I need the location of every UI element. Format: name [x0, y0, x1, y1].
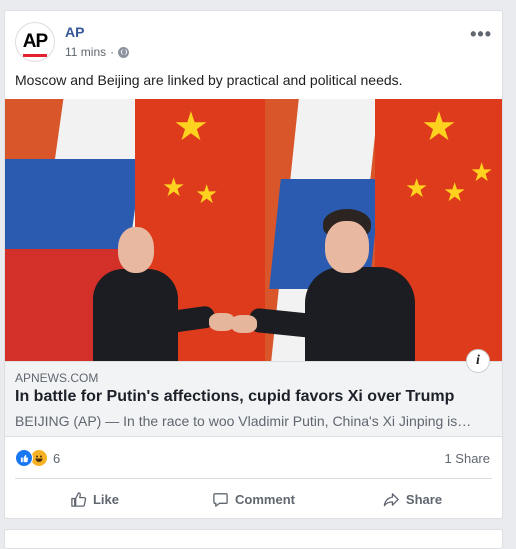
post-text: Moscow and Beijing are linked by practic… — [15, 72, 403, 88]
link-domain: APNEWS.COM — [15, 371, 99, 385]
ap-logo: AP — [22, 31, 48, 57]
reaction-count[interactable]: 6 — [53, 451, 60, 466]
link-image[interactable]: ★ ★ ★ ★ ★ ★ ★ — [5, 99, 502, 361]
more-options-icon[interactable]: ••• — [470, 25, 492, 43]
post-meta: 11 mins · — [65, 45, 130, 59]
like-button[interactable]: Like — [15, 485, 174, 513]
info-icon[interactable]: i — [466, 349, 490, 373]
timestamp[interactable]: 11 mins — [65, 45, 106, 59]
page-name-link[interactable]: AP — [65, 24, 84, 40]
link-title[interactable]: In battle for Putin's affections, cupid … — [15, 388, 454, 406]
post-actions: Like Comment Share — [15, 485, 492, 513]
globe-icon[interactable] — [118, 46, 130, 58]
share-count[interactable]: 1 Share — [444, 451, 490, 466]
avatar[interactable]: AP — [15, 22, 55, 62]
link-description: BEIJING (AP) — In the race to woo Vladim… — [15, 413, 472, 429]
reactions-summary[interactable]: 6 — [15, 449, 60, 467]
next-post-card — [4, 529, 503, 549]
share-button[interactable]: Share — [333, 485, 492, 513]
post-header: AP AP 11 mins · ••• — [15, 22, 492, 66]
post-card: AP AP 11 mins · ••• Moscow and Beijing a… — [4, 10, 503, 519]
meta-separator: · — [110, 45, 115, 59]
divider — [15, 478, 492, 479]
like-label: Like — [92, 491, 119, 507]
comment-icon — [213, 492, 228, 507]
like-icon — [71, 491, 87, 507]
share-icon — [383, 492, 399, 506]
link-preview[interactable]: i APNEWS.COM In battle for Putin's affec… — [5, 349, 502, 437]
share-label: Share — [405, 491, 443, 507]
comment-label: Comment — [235, 491, 295, 507]
comment-button[interactable]: Comment — [174, 485, 333, 513]
like-reaction-icon — [15, 449, 33, 467]
